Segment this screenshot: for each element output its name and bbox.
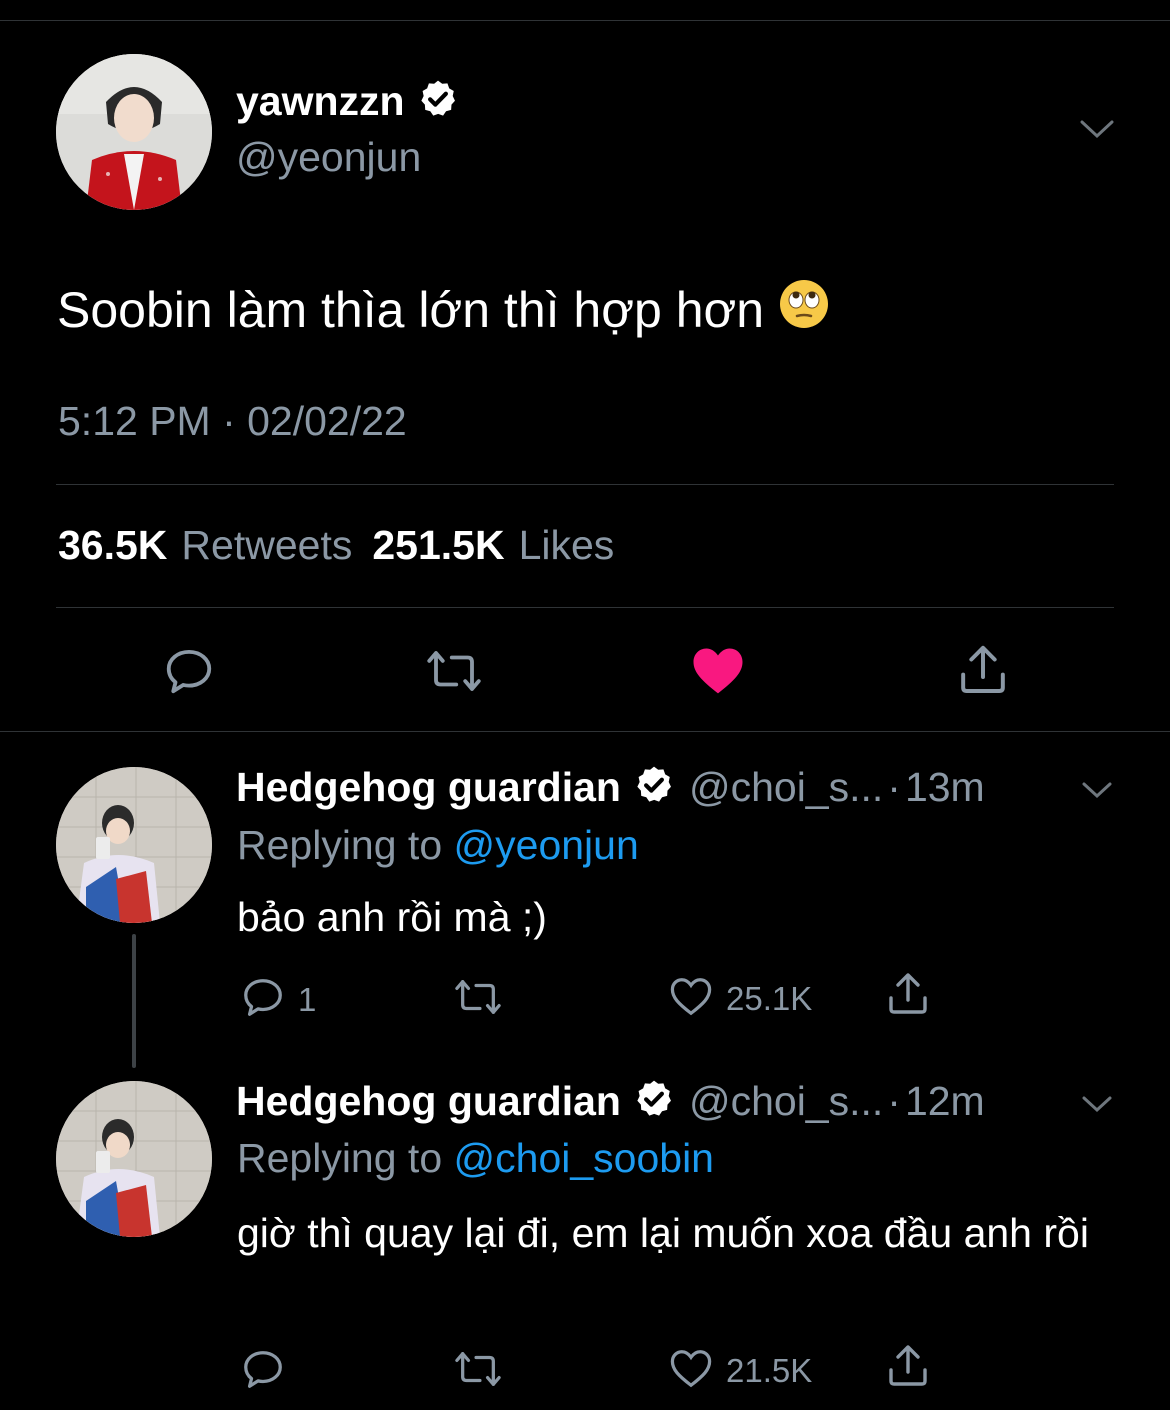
reply-handle[interactable]: @choi_s... bbox=[689, 764, 883, 811]
tweet-detail-page: yawnzzn @yeonjun Soobin làm thìa lớn thì… bbox=[0, 0, 1170, 1410]
retweet-icon bbox=[452, 974, 504, 1025]
replying-prefix: Replying to bbox=[237, 1135, 443, 1181]
reply-time[interactable]: 13m bbox=[905, 764, 985, 811]
reply-icon bbox=[162, 644, 216, 703]
share-button[interactable] bbox=[954, 642, 1012, 703]
retweet-icon bbox=[424, 644, 484, 703]
like-button[interactable]: 25.1K bbox=[668, 974, 812, 1023]
reply-text: bảo anh rồi mà ;) bbox=[237, 894, 547, 940]
reply-header: Hedgehog guardian @choi_s... · 13m bbox=[236, 764, 985, 811]
heart-filled-icon bbox=[690, 644, 746, 701]
heart-outline-icon bbox=[668, 1346, 714, 1395]
share-button[interactable] bbox=[884, 970, 932, 1023]
like-button[interactable]: 21.5K bbox=[668, 1346, 812, 1395]
retweets-count[interactable]: 36.5K bbox=[58, 522, 167, 569]
reply-author-avatar[interactable] bbox=[56, 1081, 212, 1237]
chevron-down-icon[interactable] bbox=[1078, 116, 1116, 147]
reply-header: Hedgehog guardian @choi_s... · 12m bbox=[236, 1078, 985, 1125]
replying-to: Replying to @yeonjun bbox=[237, 822, 639, 869]
tweet-timestamp: 5:12 PM · 02/02/22 bbox=[58, 398, 407, 444]
thread-connector bbox=[132, 934, 136, 1068]
divider bbox=[56, 607, 1114, 608]
verified-badge-icon bbox=[417, 78, 459, 125]
likes-label[interactable]: Likes bbox=[519, 522, 615, 569]
reply-button[interactable] bbox=[162, 644, 216, 703]
share-icon bbox=[884, 970, 932, 1023]
retweet-button[interactable] bbox=[452, 974, 516, 1025]
likes-count[interactable]: 251.5K bbox=[372, 522, 504, 569]
verified-badge-icon bbox=[633, 764, 675, 811]
share-icon bbox=[954, 642, 1012, 703]
tweet-stats: 36.5K Retweets 251.5K Likes bbox=[58, 522, 634, 569]
chevron-down-icon[interactable] bbox=[1080, 778, 1114, 807]
author-name-row: yawnzzn bbox=[236, 78, 459, 125]
retweet-button[interactable] bbox=[424, 644, 484, 703]
separator-dot: · bbox=[887, 764, 901, 810]
top-divider bbox=[0, 20, 1170, 21]
divider bbox=[0, 731, 1170, 732]
reply-display-name[interactable]: Hedgehog guardian bbox=[236, 1078, 621, 1125]
reply-button[interactable]: 1 bbox=[240, 974, 316, 1025]
reply-icon bbox=[240, 974, 286, 1025]
replying-mention-link[interactable]: @choi_soobin bbox=[454, 1135, 714, 1181]
separator-dot: · bbox=[887, 1078, 901, 1124]
reply-count: 1 bbox=[298, 980, 317, 1018]
replying-prefix: Replying to bbox=[237, 822, 443, 868]
like-count: 25.1K bbox=[726, 979, 813, 1017]
author-avatar[interactable] bbox=[56, 54, 212, 210]
reply-icon bbox=[240, 1346, 286, 1397]
tweet-text-content: Soobin làm thìa lớn thì hợp hơn bbox=[57, 282, 765, 338]
reply-handle[interactable]: @choi_s... bbox=[689, 1078, 883, 1125]
heart-outline-icon bbox=[668, 974, 714, 1023]
share-button[interactable] bbox=[884, 1342, 932, 1395]
rolling-eyes-emoji-icon bbox=[778, 278, 830, 342]
reply-text: giờ thì quay lại đi, em lại muốn xoa đầu… bbox=[237, 1210, 1089, 1256]
divider bbox=[56, 484, 1114, 485]
retweets-label[interactable]: Retweets bbox=[181, 522, 352, 569]
replying-to: Replying to @choi_soobin bbox=[237, 1135, 714, 1182]
reply-display-name[interactable]: Hedgehog guardian bbox=[236, 764, 621, 811]
tweet-text: Soobin làm thìa lớn thì hợp hơn bbox=[57, 278, 830, 342]
like-button[interactable] bbox=[690, 644, 746, 701]
like-count: 21.5K bbox=[726, 1351, 813, 1389]
share-icon bbox=[884, 1342, 932, 1395]
reply-button[interactable] bbox=[240, 1346, 298, 1397]
verified-badge-icon bbox=[633, 1078, 675, 1125]
author-handle[interactable]: @yeonjun bbox=[236, 134, 421, 181]
author-display-name[interactable]: yawnzzn bbox=[236, 78, 405, 125]
retweet-icon bbox=[452, 1346, 504, 1397]
chevron-down-icon[interactable] bbox=[1080, 1092, 1114, 1121]
replying-mention-link[interactable]: @yeonjun bbox=[454, 822, 639, 868]
reply-author-avatar[interactable] bbox=[56, 767, 212, 923]
reply-time[interactable]: 12m bbox=[905, 1078, 985, 1125]
retweet-button[interactable] bbox=[452, 1346, 516, 1397]
